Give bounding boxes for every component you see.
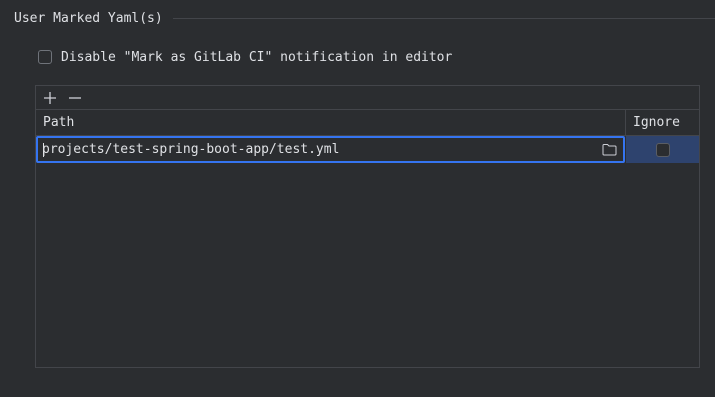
remove-button[interactable] [67,90,83,106]
table-toolbar [36,86,699,110]
column-header-ignore[interactable]: Ignore [626,110,699,135]
disable-notification-checkbox[interactable] [38,50,52,64]
column-header-path[interactable]: Path [36,110,626,135]
disable-notification-option[interactable]: Disable "Mark as GitLab CI" notification… [38,47,452,67]
text-caret [43,143,44,157]
browse-button[interactable] [601,142,617,158]
minus-icon [69,96,81,99]
folder-icon [602,144,616,156]
ignore-checkbox[interactable] [655,142,670,157]
plus-icon [44,91,56,104]
table-row[interactable]: projects/test-spring-boot-app/test.yml [36,136,699,163]
section-title: User Marked Yaml(s) [14,10,163,26]
table-header: Path Ignore [36,110,699,136]
yaml-table-panel: Path Ignore projects/test-spring-boot-ap… [35,85,700,368]
ignore-cell[interactable] [626,136,699,163]
section-header: User Marked Yaml(s) [14,8,715,28]
add-button[interactable] [42,90,58,106]
path-input[interactable]: projects/test-spring-boot-app/test.yml [36,136,625,163]
path-value[interactable]: projects/test-spring-boot-app/test.yml [42,142,601,157]
section-divider [172,17,715,19]
disable-notification-label[interactable]: Disable "Mark as GitLab CI" notification… [61,50,452,65]
